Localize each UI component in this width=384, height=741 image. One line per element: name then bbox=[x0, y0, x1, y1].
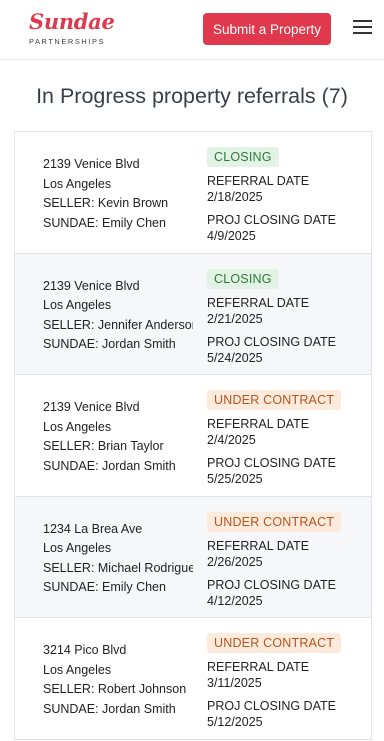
property-address: 2139 Venice Blvd bbox=[43, 400, 140, 414]
proj-closing-date: 5/25/2025 bbox=[207, 472, 263, 486]
referral-card[interactable]: 1234 La Brea Ave Los Angeles SELLER: Mic… bbox=[15, 496, 371, 618]
property-city: Los Angeles bbox=[43, 176, 112, 191]
referral-card[interactable]: 2139 Venice Blvd Los Angeles SELLER: Jen… bbox=[15, 253, 371, 375]
proj-closing-date: 5/12/2025 bbox=[207, 715, 263, 729]
sundae-agent: SUNDAE: Jordan Smith bbox=[43, 458, 176, 473]
menu-bar bbox=[353, 26, 372, 28]
seller-name: SELLER: Robert Johnson bbox=[43, 682, 187, 697]
seller-name: SELLER: Michael Rodriguez bbox=[43, 560, 193, 575]
referral-date: 2/21/2025 bbox=[207, 311, 263, 326]
property-city: Los Angeles bbox=[43, 541, 112, 556]
status-badge: CLOSING bbox=[207, 268, 279, 289]
proj-closing-date-label: PROJ CLOSING DATE bbox=[207, 334, 336, 349]
property-city: Los Angeles bbox=[43, 419, 112, 434]
referral-info: 2139 Venice Blvd Los Angeles SELLER: Jen… bbox=[43, 277, 193, 355]
submit-property-button[interactable]: Submit a Property bbox=[203, 13, 331, 45]
seller-name: SELLER: Kevin Brown bbox=[43, 196, 169, 211]
proj-closing-date-label: PROJ CLOSING DATE bbox=[207, 213, 336, 227]
referral-info: 2139 Venice Blvd Los Angeles SELLER: Bri… bbox=[43, 398, 193, 476]
property-address: 1234 La Brea Ave bbox=[43, 521, 143, 536]
referral-status: CLOSING REFERRAL DATE 2/21/2025 PROJ CLO… bbox=[207, 268, 367, 366]
referral-card[interactable]: 2139 Venice Blvd Los Angeles SELLER: Kev… bbox=[15, 132, 371, 254]
sundae-agent: SUNDAE: Jordan Smith bbox=[43, 337, 176, 352]
status-badge: UNDER CONTRACT bbox=[207, 633, 342, 653]
referral-info: 3214 Pico Blvd Los Angeles SELLER: Rober… bbox=[43, 641, 193, 719]
status-badge: UNDER CONTRACT bbox=[207, 390, 342, 410]
referral-status: CLOSING REFERRAL DATE 2/18/2025 PROJ CLO… bbox=[207, 147, 367, 244]
referral-status: UNDER CONTRACT REFERRAL DATE 3/11/2025 P… bbox=[207, 633, 367, 730]
referral-card[interactable]: 2139 Venice Blvd Los Angeles SELLER: Bri… bbox=[15, 375, 371, 497]
logo-wordmark: Sundae bbox=[29, 9, 115, 34]
referral-date: 2/18/2025 bbox=[207, 190, 263, 204]
referral-info: 2139 Venice Blvd Los Angeles SELLER: Kev… bbox=[43, 155, 193, 233]
referral-date-label: REFERRAL DATE bbox=[207, 417, 310, 431]
property-address: 2139 Venice Blvd bbox=[43, 278, 140, 293]
sundae-agent: SUNDAE: Emily Chen bbox=[43, 580, 166, 595]
app-header: Sundae PARTNERSHIPS Submit a Property bbox=[0, 0, 384, 60]
hamburger-menu-icon[interactable] bbox=[353, 20, 372, 35]
referral-status: UNDER CONTRACT REFERRAL DATE 2/26/2025 P… bbox=[207, 511, 367, 609]
referral-date: 3/11/2025 bbox=[207, 676, 262, 690]
referral-info: 1234 La Brea Ave Los Angeles SELLER: Mic… bbox=[43, 520, 193, 598]
property-city: Los Angeles bbox=[43, 298, 112, 313]
proj-closing-date: 5/24/2025 bbox=[207, 350, 263, 365]
proj-closing-date-label: PROJ CLOSING DATE bbox=[207, 577, 336, 592]
menu-bar bbox=[353, 32, 372, 34]
logo-tagline: PARTNERSHIPS bbox=[29, 37, 106, 46]
proj-closing-date-label: PROJ CLOSING DATE bbox=[207, 699, 336, 713]
property-address: 2139 Venice Blvd bbox=[43, 157, 140, 171]
status-badge: CLOSING bbox=[207, 147, 279, 167]
referral-date-label: REFERRAL DATE bbox=[207, 660, 310, 674]
referral-date-label: REFERRAL DATE bbox=[207, 174, 310, 188]
page-title: In Progress property referrals (7) bbox=[36, 84, 348, 108]
referral-list: 2139 Venice Blvd Los Angeles SELLER: Kev… bbox=[14, 131, 372, 740]
proj-closing-date-label: PROJ CLOSING DATE bbox=[207, 456, 336, 470]
proj-closing-date: 4/9/2025 bbox=[207, 229, 256, 243]
referral-card[interactable]: 3214 Pico Blvd Los Angeles SELLER: Rober… bbox=[15, 618, 371, 740]
referral-status: UNDER CONTRACT REFERRAL DATE 2/4/2025 PR… bbox=[207, 390, 367, 487]
referral-date: 2/4/2025 bbox=[207, 433, 256, 447]
sundae-logo[interactable]: Sundae PARTNERSHIPS bbox=[29, 9, 115, 46]
property-address: 3214 Pico Blvd bbox=[43, 643, 127, 657]
proj-closing-date: 4/12/2025 bbox=[207, 593, 263, 608]
property-city: Los Angeles bbox=[43, 662, 112, 677]
seller-name: SELLER: Brian Taylor bbox=[43, 439, 164, 454]
referral-date-label: REFERRAL DATE bbox=[207, 538, 310, 553]
status-badge: UNDER CONTRACT bbox=[207, 511, 342, 532]
sundae-agent: SUNDAE: Jordan Smith bbox=[43, 701, 176, 716]
menu-bar bbox=[353, 20, 372, 22]
referral-date-label: REFERRAL DATE bbox=[207, 295, 310, 310]
sundae-agent: SUNDAE: Emily Chen bbox=[43, 215, 166, 230]
referral-date: 2/26/2025 bbox=[207, 554, 263, 569]
seller-name: SELLER: Jennifer Anderson bbox=[43, 317, 193, 332]
